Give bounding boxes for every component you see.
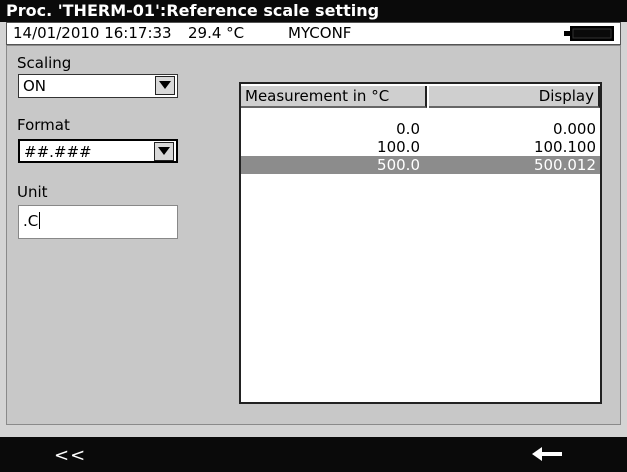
cell-display: 0.000	[553, 120, 596, 138]
format-value: ##.###	[24, 143, 92, 161]
soft-key-bar: <<	[0, 437, 627, 472]
window-title: Proc. 'THERM-01':Reference scale setting	[0, 0, 627, 22]
cell-display: 100.100	[533, 138, 596, 156]
scaling-value: ON	[23, 77, 47, 95]
unit-value: .C	[23, 212, 39, 230]
status-datetime: 14/01/2010 16:17:33	[13, 24, 172, 42]
cell-display: 500.012	[533, 156, 596, 174]
text-cursor	[39, 212, 41, 229]
settings-panel: Scaling ON Format ##.### Unit .C Measure…	[6, 45, 621, 425]
chevron-down-icon	[158, 147, 170, 155]
scaling-dropdown-button[interactable]	[155, 76, 175, 95]
table-header: Measurement in °C Display	[241, 84, 600, 110]
table-row[interactable]: 100.0 100.100	[241, 138, 600, 156]
cell-measurement: 100.0	[377, 138, 420, 156]
battery-icon	[564, 26, 614, 41]
cell-measurement: 500.0	[377, 156, 420, 174]
back-button[interactable]: <<	[54, 445, 86, 467]
status-config: MYCONF	[288, 24, 352, 42]
cell-measurement: 0.0	[396, 120, 420, 138]
table-row-selected[interactable]: 500.0 500.012	[241, 156, 600, 174]
left-arrow-icon[interactable]	[532, 446, 564, 462]
table-row[interactable]: 0.0 0.000	[241, 120, 600, 138]
format-dropdown-button[interactable]	[154, 142, 174, 161]
column-header-display[interactable]: Display	[429, 86, 600, 108]
status-temperature: 29.4 °C	[188, 24, 245, 42]
format-select[interactable]: ##.###	[18, 139, 178, 163]
status-bar: 14/01/2010 16:17:33 29.4 °C MYCONF	[6, 22, 621, 45]
format-label: Format	[17, 116, 70, 134]
unit-label: Unit	[17, 183, 48, 201]
scale-table[interactable]: Measurement in °C Display 0.0 0.000 100.…	[239, 82, 602, 404]
chevron-down-icon	[159, 81, 171, 89]
scaling-label: Scaling	[17, 54, 72, 72]
unit-field[interactable]: .C	[18, 205, 178, 239]
column-header-measurement[interactable]: Measurement in °C	[241, 86, 427, 108]
scaling-select[interactable]: ON	[18, 74, 178, 98]
